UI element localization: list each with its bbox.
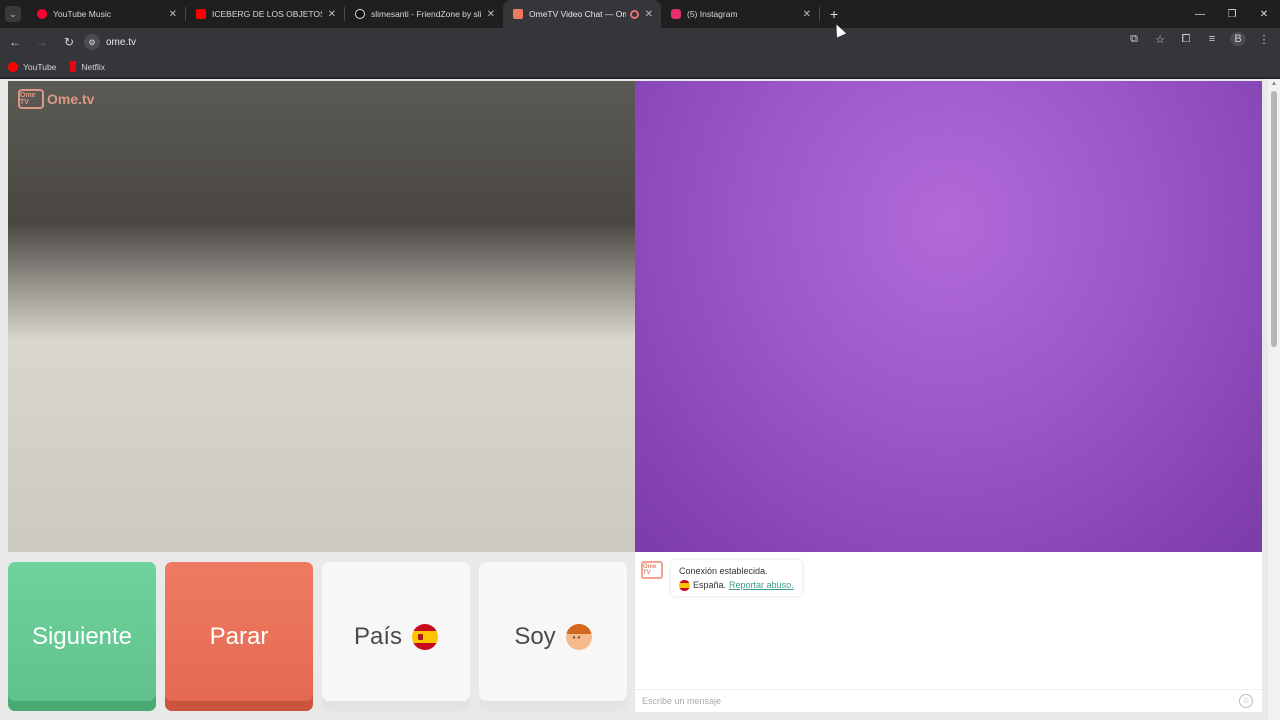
bookmark-youtube[interactable]: YouTube: [8, 61, 57, 72]
install-app-icon[interactable]: ⧉: [1126, 33, 1142, 46]
youtube-music-icon: [37, 9, 47, 19]
youtube-icon: [196, 9, 206, 19]
tab-title: slimesanti - FriendZone by slime: [371, 9, 481, 19]
address-bar[interactable]: ⚙ ome.tv: [82, 31, 1112, 53]
bookmark-label: Netflix: [81, 61, 106, 72]
tab-iceberg[interactable]: ICEBERG DE LOS OBJETOS PERD ✕: [186, 0, 344, 28]
chat-message-input[interactable]: [635, 690, 1239, 711]
spain-flag-icon: [412, 623, 439, 650]
site-info-icon[interactable]: ⚙: [84, 34, 100, 50]
close-tab-icon[interactable]: ✕: [803, 9, 811, 20]
minimize-icon[interactable]: —: [1184, 0, 1216, 28]
extensions-icon[interactable]: ⧠: [1178, 33, 1194, 46]
scrollbar-thumb[interactable]: [1271, 91, 1277, 347]
gender-selector-label: Soy: [514, 622, 556, 650]
boy-emoji-icon: [565, 623, 592, 650]
tab-tiktok[interactable]: slimesanti - FriendZone by slime ✕: [345, 0, 503, 28]
tab-strip: ⌄ YouTube Music ✕ ICEBERG DE LOS OBJETOS…: [0, 0, 1280, 28]
tab-title: OmeTV Video Chat — Ome: [529, 9, 626, 19]
ometv-logo-text: Ome.tv: [47, 91, 95, 107]
tab-separator: [819, 7, 820, 21]
stop-button[interactable]: Parar: [165, 562, 313, 711]
browser-window: ⌄ YouTube Music ✕ ICEBERG DE LOS OBJETOS…: [0, 0, 1280, 720]
tab-title: (5) Instagram: [687, 9, 738, 19]
self-video: [635, 81, 1262, 552]
next-button-label: Siguiente: [31, 622, 133, 650]
partner-country: España.: [693, 580, 727, 590]
tab-youtube-music[interactable]: YouTube Music ✕: [27, 0, 185, 28]
spain-flag-icon: [679, 579, 690, 591]
ometv-logo-badge: Ome TV: [18, 89, 44, 109]
stop-button-label: Parar: [209, 622, 269, 650]
media-controls-icon[interactable]: ≡: [1204, 33, 1220, 45]
page-scrollbar[interactable]: ▲: [1268, 79, 1280, 720]
tab-instagram[interactable]: (5) Instagram ✕: [661, 0, 819, 28]
netflix-icon: [70, 61, 77, 72]
tab-title: YouTube Music: [53, 9, 111, 19]
toolbar-actions: ⧉ ☆ ⧠ ≡ B ⋮: [1126, 32, 1272, 46]
stranger-video: Ome TV Ome.tv: [8, 81, 635, 552]
tab-ometv[interactable]: OmeTV Video Chat — Ome ✕: [503, 0, 661, 28]
bookmarks-bar: YouTube Netflix: [0, 56, 1280, 78]
tab-search-icon[interactable]: ⌄: [5, 6, 21, 22]
country-selector-label: País: [353, 622, 403, 650]
close-tab-icon[interactable]: ✕: [169, 9, 177, 20]
bookmark-netflix[interactable]: Netflix: [70, 61, 105, 72]
url-text: ome.tv: [106, 36, 137, 48]
reload-icon[interactable]: ↻: [57, 30, 81, 54]
chat-input-row: ☺: [635, 689, 1262, 711]
bookmark-label: YouTube: [23, 61, 57, 72]
tiktok-icon: [355, 9, 365, 19]
tab-title: ICEBERG DE LOS OBJETOS PERD: [212, 9, 322, 19]
browser-toolbar: ← → ↻ ⚙ ome.tv ⧉ ☆ ⧠ ≡ B ⋮: [0, 28, 1280, 56]
window-controls: — ❐ ✕: [1184, 0, 1280, 28]
ometv-icon: [513, 9, 523, 19]
chat-panel: Ome TV Conexión establecida. España. Rep…: [635, 552, 1262, 712]
system-message: Conexión establecida. España. Reportar a…: [671, 560, 802, 596]
gender-selector[interactable]: Soy: [479, 562, 627, 711]
close-tab-icon[interactable]: ✕: [487, 9, 495, 20]
emoji-picker-icon[interactable]: ☺: [1239, 693, 1253, 708]
instagram-icon: [671, 9, 681, 19]
partner-country-row: España. Reportar abuso.: [679, 578, 794, 592]
close-window-icon[interactable]: ✕: [1248, 0, 1280, 28]
ometv-chat-logo-icon: Ome TV: [641, 561, 663, 579]
new-tab-icon[interactable]: +: [830, 6, 838, 22]
forward-icon[interactable]: →: [30, 30, 54, 54]
bookmark-star-icon[interactable]: ☆: [1152, 33, 1168, 46]
youtube-icon: [8, 61, 18, 72]
close-tab-icon[interactable]: ✕: [328, 9, 336, 20]
ometv-logo: Ome TV Ome.tv: [18, 89, 94, 109]
connection-status: Conexión establecida.: [679, 566, 768, 576]
country-selector[interactable]: País: [322, 562, 470, 711]
ometv-page: Ome TV Ome.tv Siguiente Parar País Soy O…: [0, 79, 1280, 720]
recording-icon: [629, 9, 639, 19]
menu-icon[interactable]: ⋮: [1256, 33, 1272, 46]
next-button[interactable]: Siguiente: [8, 562, 156, 711]
report-abuse-link[interactable]: Reportar abuso.: [729, 578, 794, 592]
profile-avatar[interactable]: B: [1230, 32, 1246, 46]
scroll-up-icon[interactable]: ▲: [1271, 81, 1277, 87]
back-icon[interactable]: ←: [3, 30, 27, 54]
close-tab-icon[interactable]: ✕: [645, 9, 653, 20]
restore-icon[interactable]: ❐: [1216, 0, 1248, 28]
